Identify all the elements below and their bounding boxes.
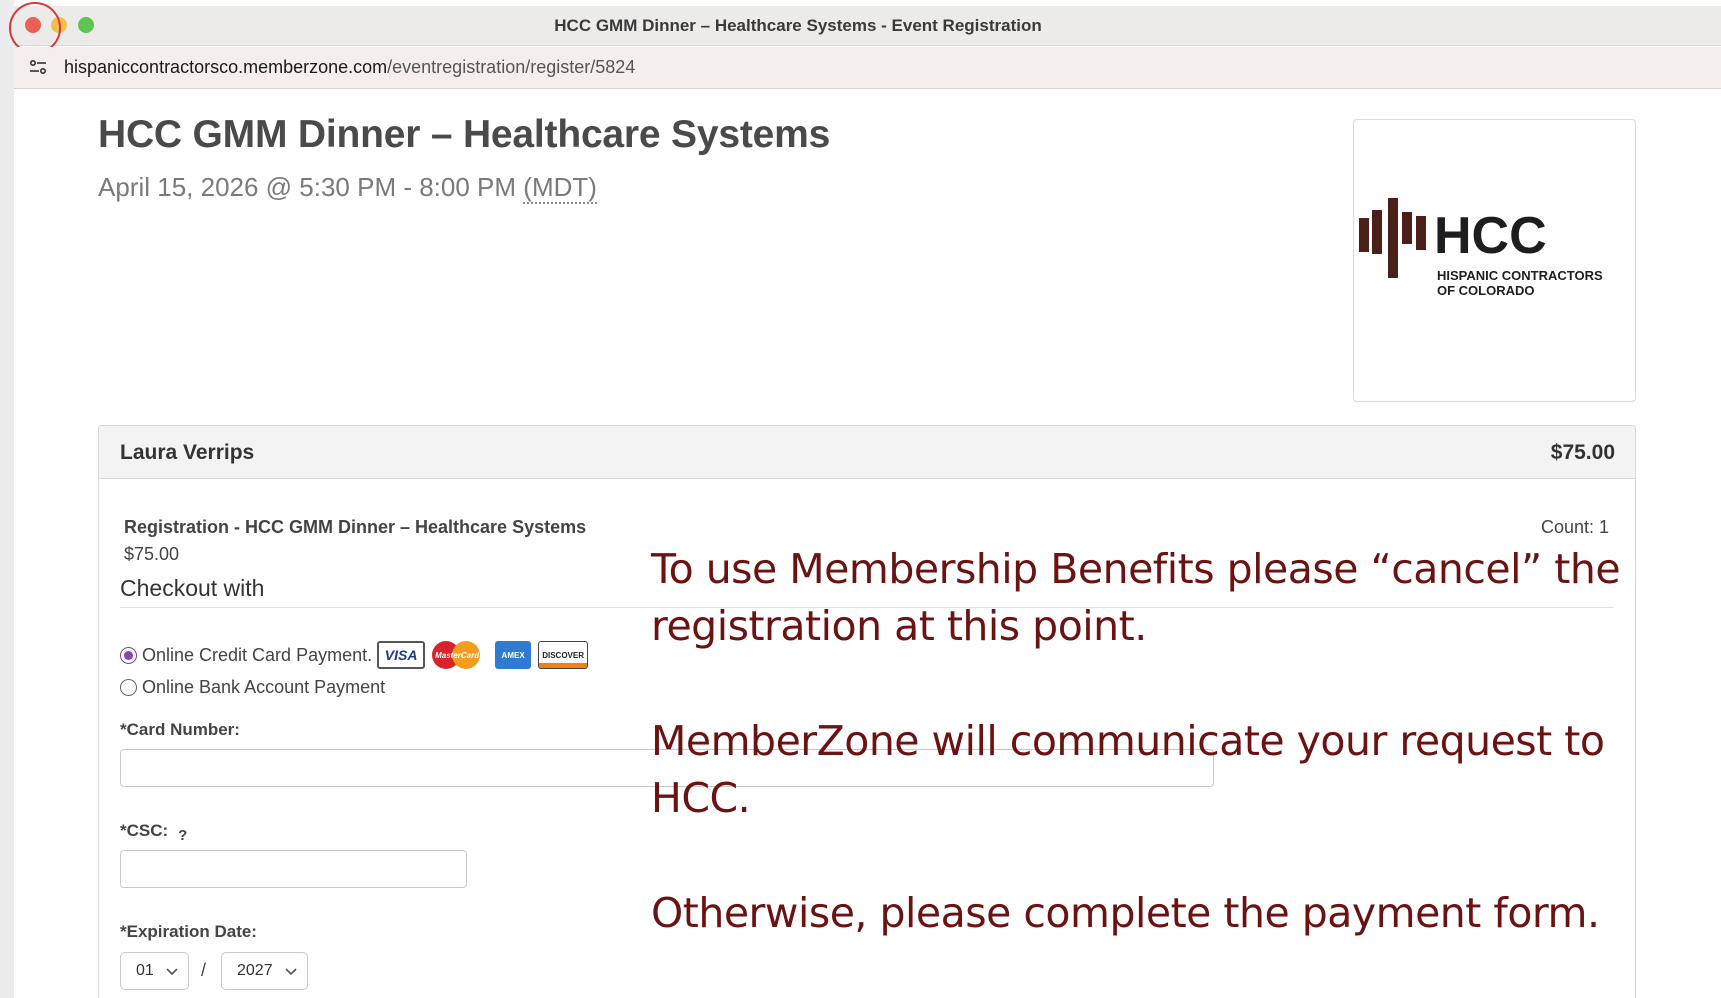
credit-card-label[interactable]: Online Credit Card Payment. <box>142 645 372 666</box>
csc-help-icon[interactable]: ? <box>178 827 187 844</box>
annotation-otherwise: Otherwise, please complete the payment f… <box>651 885 1600 942</box>
organization-logo: HCC HISPANIC CONTRACTORS OF COLORADO <box>1353 119 1636 402</box>
line-item-title: Registration - HCC GMM Dinner – Healthca… <box>124 517 587 537</box>
line-item-count: Count: 1 <box>1540 517 1609 537</box>
discover-logo-icon: DISCOVER <box>538 641 589 669</box>
zoom-window-button[interactable] <box>78 17 94 33</box>
event-timezone: (MDT) <box>523 172 597 204</box>
event-title: HCC GMM Dinner – Healthcare Systems <box>98 113 831 156</box>
expiration-date-label: *Expiration Date: <box>120 922 257 941</box>
event-date-text: April 15, 2026 @ 5:30 PM - 8:00 PM <box>98 172 524 202</box>
annotation-membership-benefits: To use Membership Benefits please “cance… <box>651 541 1621 655</box>
csc-label: *CSC: <box>120 821 169 840</box>
payment-option-bank-account[interactable]: Online Bank Account Payment <box>120 677 385 698</box>
bank-account-radio[interactable] <box>120 679 137 696</box>
annotation-line-3: MemberZone will communicate your request… <box>651 717 1605 765</box>
logo-line2: OF COLORADO <box>1437 283 1535 298</box>
logo-line1: HISPANIC CONTRACTORS <box>1437 268 1603 283</box>
csc-input[interactable] <box>120 850 467 888</box>
payment-option-credit-card[interactable]: Online Credit Card Payment. VISA MasterC… <box>120 641 589 669</box>
line-item-price: $75.00 <box>124 544 180 564</box>
event-date: April 15, 2026 @ 5:30 PM - 8:00 PM (MDT) <box>98 172 597 204</box>
annotation-line-2: registration at this point. <box>651 602 1147 650</box>
chevron-down-icon <box>166 968 178 976</box>
window-edge <box>0 0 14 998</box>
visa-logo-icon: VISA <box>377 641 426 669</box>
annotation-memberzone: MemberZone will communicate your request… <box>651 713 1605 827</box>
registrant-total: $75.00 <box>1550 441 1615 464</box>
hcc-logo-image: HCC HISPANIC CONTRACTORS OF COLORADO <box>1359 198 1603 298</box>
expiration-year-select[interactable]: 2027 <box>221 952 308 990</box>
window-titlebar: HCC GMM Dinner – Healthcare Systems - Ev… <box>14 6 1721 46</box>
registrant-header: Laura Verrips $75.00 <box>99 426 1635 479</box>
mastercard-logo-icon: MasterCard <box>432 641 482 669</box>
chevron-down-icon <box>285 968 297 976</box>
bank-account-label[interactable]: Online Bank Account Payment <box>142 677 385 698</box>
registrant-name: Laura Verrips <box>120 441 255 464</box>
accepted-cards: VISA MasterCard AMEX DISCOVER <box>377 641 589 669</box>
logo-wordmark: HCC <box>1434 207 1547 265</box>
address-bar[interactable]: hispaniccontractorsco.memberzone.com/eve… <box>14 47 1721 89</box>
expiration-month-value: 01 <box>136 962 154 979</box>
card-number-label: *Card Number: <box>120 720 240 739</box>
amex-logo-icon: AMEX <box>495 641 532 669</box>
url-text[interactable]: hispaniccontractorsco.memberzone.com/eve… <box>64 57 635 78</box>
credit-card-radio[interactable] <box>120 646 137 664</box>
expiration-month-select[interactable]: 01 <box>120 952 189 990</box>
window-title: HCC GMM Dinner – Healthcare Systems - Ev… <box>554 16 1042 35</box>
site-settings-icon[interactable] <box>28 55 48 79</box>
expiration-separator: / <box>201 960 207 980</box>
csc-label-row: *CSC:? <box>120 821 187 844</box>
annotation-line-1: To use Membership Benefits please “cance… <box>651 545 1621 593</box>
checkout-label: Checkout with <box>120 575 265 601</box>
annotation-line-5: Otherwise, please complete the payment f… <box>651 889 1600 937</box>
expiration-year-value: 2027 <box>237 962 273 979</box>
url-path: /eventregistration/register/5824 <box>387 57 636 77</box>
url-host: hispaniccontractorsco.memberzone.com <box>64 57 388 77</box>
annotation-line-4: HCC. <box>651 774 751 822</box>
